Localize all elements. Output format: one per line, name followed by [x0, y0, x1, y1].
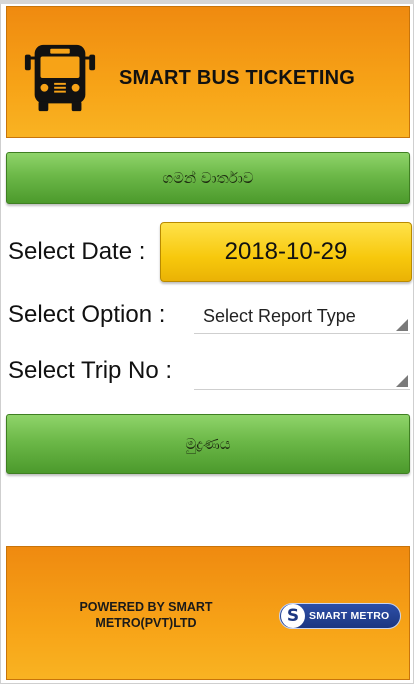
app-title: SMART BUS TICKETING [119, 67, 356, 89]
dropdown-arrow-icon [396, 375, 408, 387]
app-header: SMART BUS TICKETING [6, 6, 410, 138]
route-report-button[interactable]: ගමන් වාර්තාව [6, 152, 410, 204]
trip-no-dropdown[interactable] [194, 354, 410, 390]
date-picker-button[interactable]: 2018-10-29 [160, 222, 412, 282]
smart-metro-logo-icon: S [281, 604, 305, 628]
select-trip-label: Select Trip No : [8, 357, 173, 384]
report-type-value: Select Report Type [203, 306, 356, 326]
bus-icon [24, 44, 96, 112]
status-bar-edge [0, 0, 414, 4]
print-button[interactable]: මුද්‍රණය [6, 414, 410, 474]
select-date-label: Select Date : [8, 238, 146, 265]
powered-by-text: POWERED BY SMART METRO(PVT)LTD [79, 600, 213, 630]
app-footer: POWERED BY SMART METRO(PVT)LTD S SMART M… [6, 546, 410, 680]
smart-metro-logo-text: SMART METRO [309, 610, 390, 622]
report-type-dropdown[interactable]: Select Report Type [194, 298, 410, 334]
smart-metro-logo: S SMART METRO [279, 603, 401, 629]
dropdown-arrow-icon [396, 319, 408, 331]
select-option-label: Select Option : [8, 301, 166, 328]
